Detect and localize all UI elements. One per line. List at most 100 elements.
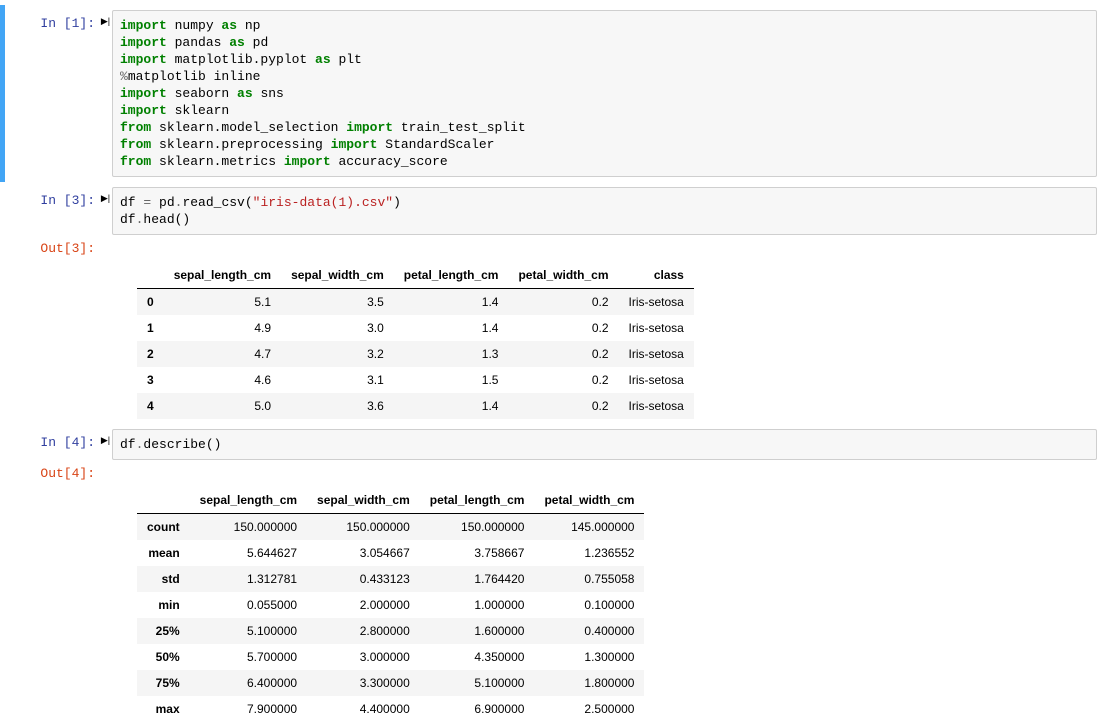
table-cell: Iris-setosa: [619, 289, 694, 316]
column-header: sepal_length_cm: [164, 262, 281, 289]
code-cell-4[interactable]: In [4]: ▶| df.describe() Out[4]: sepal_l…: [0, 424, 1118, 727]
table-cell: 0.400000: [534, 618, 644, 644]
table-cell: Iris-setosa: [619, 367, 694, 393]
input-prompt: In [4]:: [7, 429, 99, 450]
table-cell: 0.2: [508, 341, 618, 367]
output-prompt: Out[4]:: [7, 460, 99, 481]
row-index: mean: [137, 540, 190, 566]
row-index: 0: [137, 289, 164, 316]
row-index: std: [137, 566, 190, 592]
row-index: min: [137, 592, 190, 618]
column-header: sepal_width_cm: [281, 262, 394, 289]
table-row: std1.3127810.4331231.7644200.755058: [137, 566, 644, 592]
table-cell: 1.800000: [534, 670, 644, 696]
table-cell: Iris-setosa: [619, 393, 694, 419]
output-area: sepal_length_cmsepal_width_cmpetal_lengt…: [7, 481, 1111, 722]
table-cell: 150.000000: [190, 514, 307, 541]
row-index: 3: [137, 367, 164, 393]
dataframe-describe: sepal_length_cmsepal_width_cmpetal_lengt…: [137, 487, 644, 722]
table-cell: 1.312781: [190, 566, 307, 592]
column-header: sepal_width_cm: [307, 487, 420, 514]
table-cell: 2.000000: [307, 592, 420, 618]
table-cell: 1.300000: [534, 644, 644, 670]
table-cell: 0.2: [508, 289, 618, 316]
code-input[interactable]: df.describe(): [112, 429, 1097, 460]
table-cell: 3.300000: [307, 670, 420, 696]
table-cell: 3.1: [281, 367, 394, 393]
row-index: count: [137, 514, 190, 541]
table-cell: 0.100000: [534, 592, 644, 618]
table-cell: 5.100000: [190, 618, 307, 644]
table-row: mean5.6446273.0546673.7586671.236552: [137, 540, 644, 566]
table-cell: 145.000000: [534, 514, 644, 541]
table-cell: 3.000000: [307, 644, 420, 670]
table-cell: 4.9: [164, 315, 281, 341]
table-cell: 1.3: [394, 341, 509, 367]
table-cell: 1.600000: [420, 618, 535, 644]
dataframe-head: sepal_length_cmsepal_width_cmpetal_lengt…: [137, 262, 694, 419]
run-cell-icon[interactable]: ▶|: [99, 187, 112, 204]
table-cell: 3.758667: [420, 540, 535, 566]
table-row: 25%5.1000002.8000001.6000000.400000: [137, 618, 644, 644]
column-header: sepal_length_cm: [190, 487, 307, 514]
row-index: 1: [137, 315, 164, 341]
table-row: 50%5.7000003.0000004.3500001.300000: [137, 644, 644, 670]
table-cell: 5.0: [164, 393, 281, 419]
table-cell: 4.350000: [420, 644, 535, 670]
table-cell: 3.2: [281, 341, 394, 367]
notebook: In [1]: ▶| import numpy as np import pan…: [0, 0, 1118, 727]
table-cell: 5.700000: [190, 644, 307, 670]
table-row: count150.000000150.000000150.000000145.0…: [137, 514, 644, 541]
code-input[interactable]: import numpy as np import pandas as pd i…: [112, 10, 1097, 177]
table-cell: 0.2: [508, 367, 618, 393]
input-prompt: In [3]:: [7, 187, 99, 208]
table-row: 75%6.4000003.3000005.1000001.800000: [137, 670, 644, 696]
code-cell-3[interactable]: In [3]: ▶| df = pd.read_csv("iris-data(1…: [0, 182, 1118, 424]
code-input[interactable]: df = pd.read_csv("iris-data(1).csv") df.…: [112, 187, 1097, 235]
table-cell: 4.6: [164, 367, 281, 393]
table-cell: 3.5: [281, 289, 394, 316]
table-row: 34.63.11.50.2Iris-setosa: [137, 367, 694, 393]
table-cell: 150.000000: [420, 514, 535, 541]
table-cell: 1.000000: [420, 592, 535, 618]
row-index: 4: [137, 393, 164, 419]
table-cell: 1.4: [394, 315, 509, 341]
column-header: petal_length_cm: [420, 487, 535, 514]
table-cell: 5.100000: [420, 670, 535, 696]
table-cell: 1.4: [394, 393, 509, 419]
row-index: 75%: [137, 670, 190, 696]
table-cell: 4.400000: [307, 696, 420, 722]
table-cell: 3.0: [281, 315, 394, 341]
table-cell: 150.000000: [307, 514, 420, 541]
table-cell: 0.2: [508, 315, 618, 341]
table-cell: 5.1: [164, 289, 281, 316]
table-cell: 1.5: [394, 367, 509, 393]
column-header: class: [619, 262, 694, 289]
row-index: 50%: [137, 644, 190, 670]
table-cell: Iris-setosa: [619, 341, 694, 367]
table-cell: 2.500000: [534, 696, 644, 722]
table-row: 14.93.01.40.2Iris-setosa: [137, 315, 694, 341]
table-cell: 6.900000: [420, 696, 535, 722]
column-header: petal_width_cm: [508, 262, 618, 289]
column-header: petal_length_cm: [394, 262, 509, 289]
table-cell: 7.900000: [190, 696, 307, 722]
table-row: 45.03.61.40.2Iris-setosa: [137, 393, 694, 419]
output-area: sepal_length_cmsepal_width_cmpetal_lengt…: [7, 256, 1111, 419]
row-index: 25%: [137, 618, 190, 644]
code-cell-1[interactable]: In [1]: ▶| import numpy as np import pan…: [0, 5, 1118, 182]
row-index: 2: [137, 341, 164, 367]
table-cell: 0.055000: [190, 592, 307, 618]
column-header: [137, 262, 164, 289]
row-index: max: [137, 696, 190, 722]
column-header: petal_width_cm: [534, 487, 644, 514]
table-cell: 6.400000: [190, 670, 307, 696]
table-cell: 1.236552: [534, 540, 644, 566]
run-cell-icon[interactable]: ▶|: [99, 429, 112, 446]
output-prompt: Out[3]:: [7, 235, 99, 256]
run-cell-icon[interactable]: ▶|: [99, 10, 112, 27]
table-cell: 1.4: [394, 289, 509, 316]
table-cell: 1.764420: [420, 566, 535, 592]
table-cell: 5.644627: [190, 540, 307, 566]
table-cell: 2.800000: [307, 618, 420, 644]
